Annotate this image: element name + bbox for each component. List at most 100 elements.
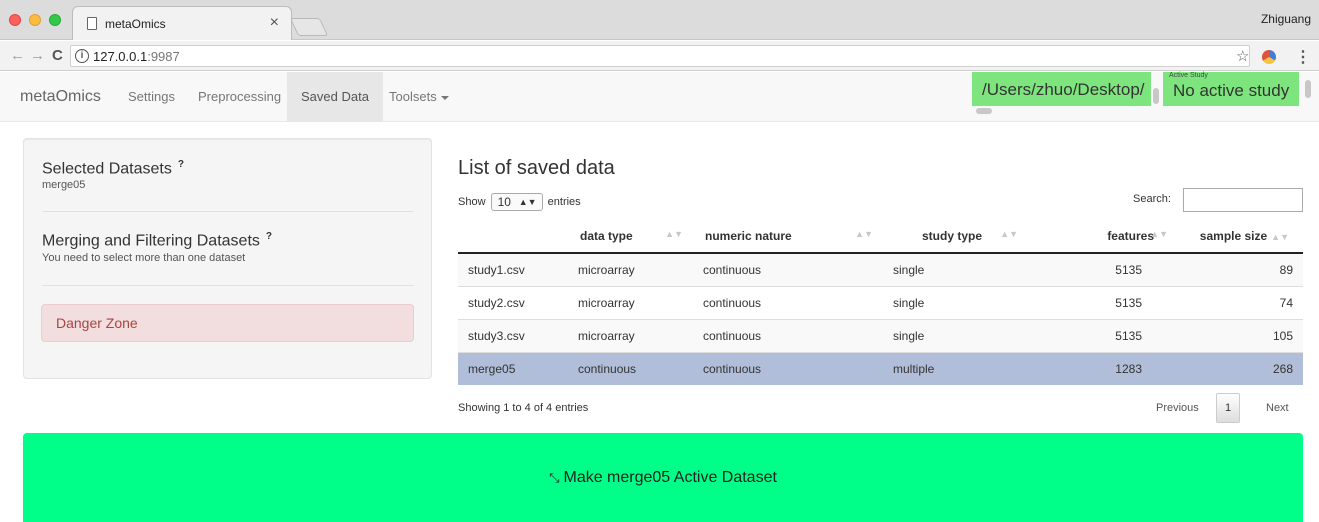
cell-name: study2.csv [458, 285, 568, 319]
merging-note: You need to select more than one dataset [42, 252, 246, 264]
cell-sample-size: 268 [1178, 351, 1303, 385]
cell-data-type: microarray [568, 318, 693, 352]
column-header-name[interactable] [458, 220, 568, 254]
active-study-value: No active study [1173, 81, 1290, 100]
browser-tab[interactable]: metaOmics × [72, 6, 292, 40]
merging-title: Merging and Filtering Datasets [42, 232, 260, 250]
column-header-sample-size[interactable]: sample size ▲▼ [1178, 220, 1303, 254]
column-header-label: numeric nature [705, 229, 792, 243]
forward-arrow-icon[interactable]: → [30, 47, 45, 64]
cell-data-type: continuous [568, 351, 693, 385]
nav-item-settings[interactable]: Settings [114, 72, 189, 122]
browser-menu-icon[interactable]: ⋮ [1295, 47, 1311, 67]
help-icon[interactable]: ? [178, 159, 184, 170]
reload-icon[interactable]: C [52, 47, 63, 64]
cell-features: 1283 [1028, 351, 1178, 385]
make-active-dataset-button[interactable]: ⤡ Make merge05 Active Dataset [23, 433, 1303, 522]
cell-sample-size: 105 [1178, 318, 1303, 352]
cell-features: 5135 [1028, 252, 1178, 286]
caret-down-icon [440, 95, 449, 100]
cell-study-type: single [883, 285, 1028, 319]
vertical-scrollbar[interactable] [1153, 88, 1159, 104]
window-minimize-icon[interactable] [29, 14, 41, 26]
cell-study-type: single [883, 318, 1028, 352]
search-input[interactable] [1183, 188, 1303, 212]
cell-numeric-nature: continuous [693, 285, 883, 319]
cell-sample-size: 89 [1178, 252, 1303, 286]
pagination-previous[interactable]: Previous [1156, 402, 1199, 414]
sort-icon: ▲▼ [855, 229, 873, 239]
table-row-selected[interactable]: merge05 continuous continuous multiple 1… [458, 351, 1303, 385]
cell-study-type: single [883, 252, 1028, 286]
active-study-label: Active Study [1169, 72, 1208, 79]
horizontal-scrollbar[interactable] [976, 108, 992, 114]
divider [42, 211, 414, 212]
column-header-label: sample size [1199, 229, 1268, 243]
url-port: :9987 [147, 49, 180, 64]
page-length-select[interactable]: 10 ▲▼ [490, 193, 543, 211]
nav-item-toolsets[interactable]: Toolsets [375, 72, 463, 122]
table-row[interactable]: study2.csv microarray continuous single … [458, 285, 1303, 319]
column-header-numeric-nature[interactable]: numeric nature ▲▼ [693, 220, 883, 254]
url-host: 127.0.0.1 [93, 49, 148, 64]
search-label: Search: [1133, 193, 1171, 205]
table-header-row: data type ▲▼ numeric nature ▲▼ study type ▲… [458, 220, 1303, 254]
compress-icon: ⤡ [549, 470, 560, 485]
merging-heading: Merging and Filtering Datasets? [42, 231, 272, 250]
cell-study-type: multiple [883, 351, 1028, 385]
cell-data-type: microarray [568, 252, 693, 286]
browser-toolbar: ← → C i 127.0.0.1:9987 ☆ ⋮ [0, 41, 1319, 71]
cell-features: 5135 [1028, 318, 1178, 352]
column-header-data-type[interactable]: data type ▲▼ [568, 220, 693, 254]
new-tab-button[interactable] [289, 18, 329, 36]
column-header-features[interactable]: features ▲▼ [1028, 220, 1178, 254]
cell-numeric-nature: continuous [693, 252, 883, 286]
sort-icon: ▲▼ [1150, 229, 1168, 239]
profile-name[interactable]: Zhiguang [1261, 12, 1311, 26]
show-suffix: entries [547, 195, 581, 208]
make-active-dataset-label: Make merge05 Active Dataset [563, 469, 777, 486]
address-bar[interactable]: i 127.0.0.1:9987 [70, 45, 1250, 67]
vertical-scrollbar[interactable] [1305, 80, 1311, 98]
nav-item-saved-data[interactable]: Saved Data [287, 72, 383, 122]
pagination-next[interactable]: Next [1266, 402, 1289, 414]
cell-numeric-nature: continuous [693, 318, 883, 352]
window-close-icon[interactable] [9, 14, 21, 26]
help-icon[interactable]: ? [266, 231, 272, 242]
app-brand[interactable]: metaOmics [20, 88, 101, 106]
browser-tab-strip: metaOmics × Zhiguang [0, 0, 1319, 40]
pagination-page[interactable]: 1 [1216, 393, 1240, 423]
nav-item-preprocessing[interactable]: Preprocessing [184, 72, 295, 122]
tab-title: metaOmics [105, 17, 166, 31]
sort-icon: ▲▼ [1000, 229, 1018, 239]
window-zoom-icon[interactable] [49, 14, 61, 26]
table-row[interactable]: study1.csv microarray continuous single … [458, 252, 1303, 286]
cell-numeric-nature: continuous [693, 351, 883, 385]
sort-icon: ▲▼ [1271, 232, 1289, 242]
column-header-study-type[interactable]: study type ▲▼ [883, 220, 1028, 254]
working-directory-display: /Users/zhuo/Desktop/ [972, 72, 1151, 106]
bookmark-star-icon[interactable]: ☆ [1236, 47, 1249, 65]
cell-name: study3.csv [458, 318, 568, 352]
cell-name: study1.csv [458, 252, 568, 286]
page-length-control: Show 10 ▲▼ entries [458, 193, 581, 211]
tab-close-icon[interactable]: × [270, 14, 279, 32]
extension-icon[interactable] [1262, 50, 1276, 64]
table-row[interactable]: study3.csv microarray continuous single … [458, 318, 1303, 352]
site-info-icon[interactable]: i [75, 49, 89, 63]
active-study-display: Active Study No active study [1163, 72, 1299, 106]
url-text[interactable]: 127.0.0.1:9987 [93, 49, 180, 64]
cell-sample-size: 74 [1178, 285, 1303, 319]
cell-data-type: microarray [568, 285, 693, 319]
select-arrows-icon: ▲▼ [518, 197, 537, 207]
app-navbar: metaOmics Settings Preprocessing Saved D… [0, 72, 1319, 122]
column-header-label: data type [580, 229, 633, 243]
column-header-label: study type [921, 229, 982, 243]
back-arrow-icon[interactable]: ← [10, 47, 25, 64]
page-title: List of saved data [458, 157, 615, 179]
nav-item-toolsets-label: Toolsets [389, 89, 437, 104]
danger-zone-toggle[interactable]: Danger Zone [41, 304, 414, 342]
sidebar-panel: Selected Datasets? merge05 Merging and F… [23, 138, 432, 379]
column-header-label: features [1107, 229, 1154, 243]
selected-datasets-title: Selected Datasets [42, 160, 172, 178]
